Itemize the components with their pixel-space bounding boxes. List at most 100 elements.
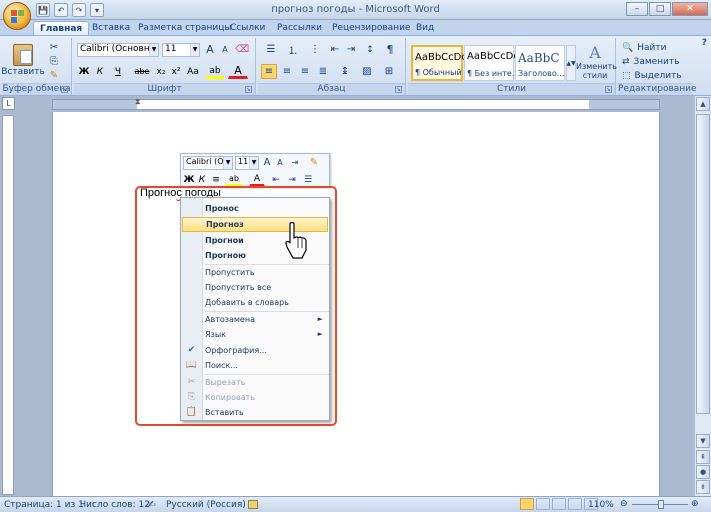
mini-align-button[interactable]: ≡: [209, 172, 223, 187]
find-button[interactable]: 🔍 Найти: [621, 40, 681, 55]
borders-icon[interactable]: ⊞: [379, 64, 399, 79]
underline-button[interactable]: Ч: [109, 64, 127, 79]
bullets-icon[interactable]: ☰: [261, 42, 281, 57]
mini-decrease-indent-icon[interactable]: ⇤: [269, 172, 283, 187]
tab-view[interactable]: Вид: [410, 21, 440, 36]
grow-font-button[interactable]: A: [203, 42, 217, 57]
outline-icon[interactable]: [568, 498, 582, 510]
office-logo-icon: [10, 9, 24, 23]
scroll-up-icon[interactable]: ▲: [696, 97, 710, 111]
dialog-launcher-icon[interactable]: ↘: [605, 86, 612, 93]
chevron-down-icon: ▼: [149, 44, 158, 56]
maximize-button[interactable]: □: [649, 2, 671, 16]
zoom-level[interactable]: 110%: [588, 500, 614, 510]
web-layout-icon[interactable]: [552, 498, 566, 510]
tab-review[interactable]: Рецензирование: [326, 21, 416, 36]
change-case-button[interactable]: Aa: [184, 64, 202, 79]
styles-scroll-icon[interactable]: ▲▼: [566, 45, 576, 81]
superscript-button[interactable]: x²: [169, 64, 183, 79]
shrink-font-button[interactable]: A: [218, 42, 232, 57]
strikethrough-button[interactable]: abe: [131, 64, 153, 79]
style-normal[interactable]: AaBbCcDc ¶ Обычный: [411, 45, 467, 81]
line-spacing-icon[interactable]: ↨: [335, 64, 355, 79]
window-controls: – □ ✕: [626, 2, 708, 16]
multilevel-list-icon[interactable]: ⋮: [305, 42, 325, 57]
italic-button[interactable]: К: [93, 64, 107, 79]
proofing-icon[interactable]: ✍: [148, 500, 156, 510]
mini-size-combo[interactable]: 11 ▼: [235, 156, 259, 170]
cut-icon[interactable]: ✂: [46, 41, 62, 54]
prev-page-icon[interactable]: ⇞: [696, 450, 710, 464]
style-heading[interactable]: AaBbC Заголово...: [515, 45, 565, 81]
paste-button[interactable]: Вставить: [1, 40, 45, 80]
minimize-button[interactable]: –: [626, 2, 648, 16]
mini-font-combo[interactable]: Calibri (Осн ▼: [183, 156, 233, 170]
align-right-icon[interactable]: ≡: [297, 64, 313, 79]
tab-references[interactable]: Ссылки: [224, 21, 271, 36]
dialog-launcher-icon[interactable]: ↘: [61, 86, 68, 93]
dialog-launcher-icon[interactable]: ↘: [395, 86, 402, 93]
mini-indent-icon[interactable]: ⇥: [288, 155, 302, 170]
tab-page-layout[interactable]: Разметка страницы: [132, 21, 238, 36]
chevron-down-icon: ▼: [190, 44, 199, 56]
dialog-launcher-icon[interactable]: ↘: [245, 86, 252, 93]
zoom-in-icon[interactable]: ⊕: [691, 499, 699, 509]
justify-icon[interactable]: ≣: [315, 64, 331, 79]
browse-object-icon[interactable]: ●: [696, 465, 710, 479]
subscript-button[interactable]: x₂: [154, 64, 168, 79]
align-left-icon[interactable]: ≡: [261, 64, 277, 79]
font-size-combo[interactable]: 11 ▼: [162, 43, 200, 57]
tab-selector-icon[interactable]: L: [2, 97, 15, 110]
next-page-icon[interactable]: ⇟: [696, 480, 710, 494]
scroll-thumb[interactable]: [696, 114, 710, 414]
shading-icon[interactable]: ▨: [357, 64, 377, 79]
clear-formatting-icon[interactable]: ⌫: [234, 42, 250, 57]
font-name-combo[interactable]: Calibri (Основной те▼: [77, 43, 159, 57]
zoom-out-icon[interactable]: ⊖: [620, 499, 628, 509]
indent-marker-icon[interactable]: ⧗: [135, 97, 141, 107]
vertical-scrollbar[interactable]: ▲ ▼ ⇞ ● ⇟: [694, 96, 711, 496]
copy-icon[interactable]: ⎘: [46, 55, 62, 68]
increase-indent-icon[interactable]: ⇥: [344, 42, 358, 57]
mini-italic-button[interactable]: К: [196, 172, 208, 187]
format-painter-icon[interactable]: ✎: [46, 69, 62, 82]
zoom-thumb[interactable]: [658, 500, 664, 509]
horizontal-ruler: ⧗: [0, 96, 711, 112]
highlight-icon[interactable]: ab: [205, 64, 225, 79]
mini-increase-indent-icon[interactable]: ⇥: [285, 172, 299, 187]
align-center-icon[interactable]: ≡: [279, 64, 295, 79]
styles-group-label: Стили ↘: [408, 83, 615, 95]
page-count[interactable]: Страница: 1 из 1: [4, 500, 84, 510]
title-bar: 💾 ↶ ↷ ▾ прогноз погоды - Microsoft Word …: [0, 0, 711, 20]
style-no-spacing[interactable]: AaBbCcDc ¶ Без инте...: [464, 45, 519, 81]
mini-format-painter-icon[interactable]: ✎: [306, 155, 322, 170]
bold-button[interactable]: Ж: [77, 64, 91, 79]
mouse-pointer-icon: [285, 222, 307, 259]
print-layout-icon[interactable]: [520, 498, 534, 510]
language-indicator[interactable]: Русский (Россия): [166, 500, 246, 510]
font-color-button[interactable]: A: [228, 64, 248, 79]
replace-button[interactable]: ⇄ Заменить: [621, 54, 681, 69]
scroll-down-icon[interactable]: ▼: [696, 434, 710, 448]
full-screen-icon[interactable]: [536, 498, 550, 510]
tab-mailings[interactable]: Рассылки: [271, 21, 328, 36]
sort-icon[interactable]: ↕: [362, 42, 378, 57]
mini-shrink-icon[interactable]: A: [274, 155, 286, 170]
select-button[interactable]: ⬚ Выделить: [621, 68, 687, 83]
mini-grow-icon[interactable]: A: [261, 155, 273, 170]
decrease-indent-icon[interactable]: ⇤: [328, 42, 342, 57]
mini-bullets-icon[interactable]: ☰: [301, 172, 315, 187]
tab-insert[interactable]: Вставка: [86, 21, 136, 36]
close-button[interactable]: ✕: [672, 2, 708, 16]
show-marks-button[interactable]: ¶: [382, 42, 398, 57]
mini-bold-button[interactable]: Ж: [183, 172, 195, 187]
change-styles-button[interactable]: A Изменить стили: [576, 40, 617, 82]
numbering-icon[interactable]: ⒈: [283, 42, 303, 57]
mini-font-color-button[interactable]: A: [249, 172, 265, 187]
office-button[interactable]: [3, 2, 31, 30]
macro-icon[interactable]: [248, 500, 258, 509]
word-count[interactable]: Число слов: 12: [80, 500, 150, 510]
help-icon[interactable]: ?: [702, 38, 707, 48]
tab-home[interactable]: Главная: [33, 21, 90, 36]
mini-highlight-icon[interactable]: ab: [225, 172, 243, 187]
